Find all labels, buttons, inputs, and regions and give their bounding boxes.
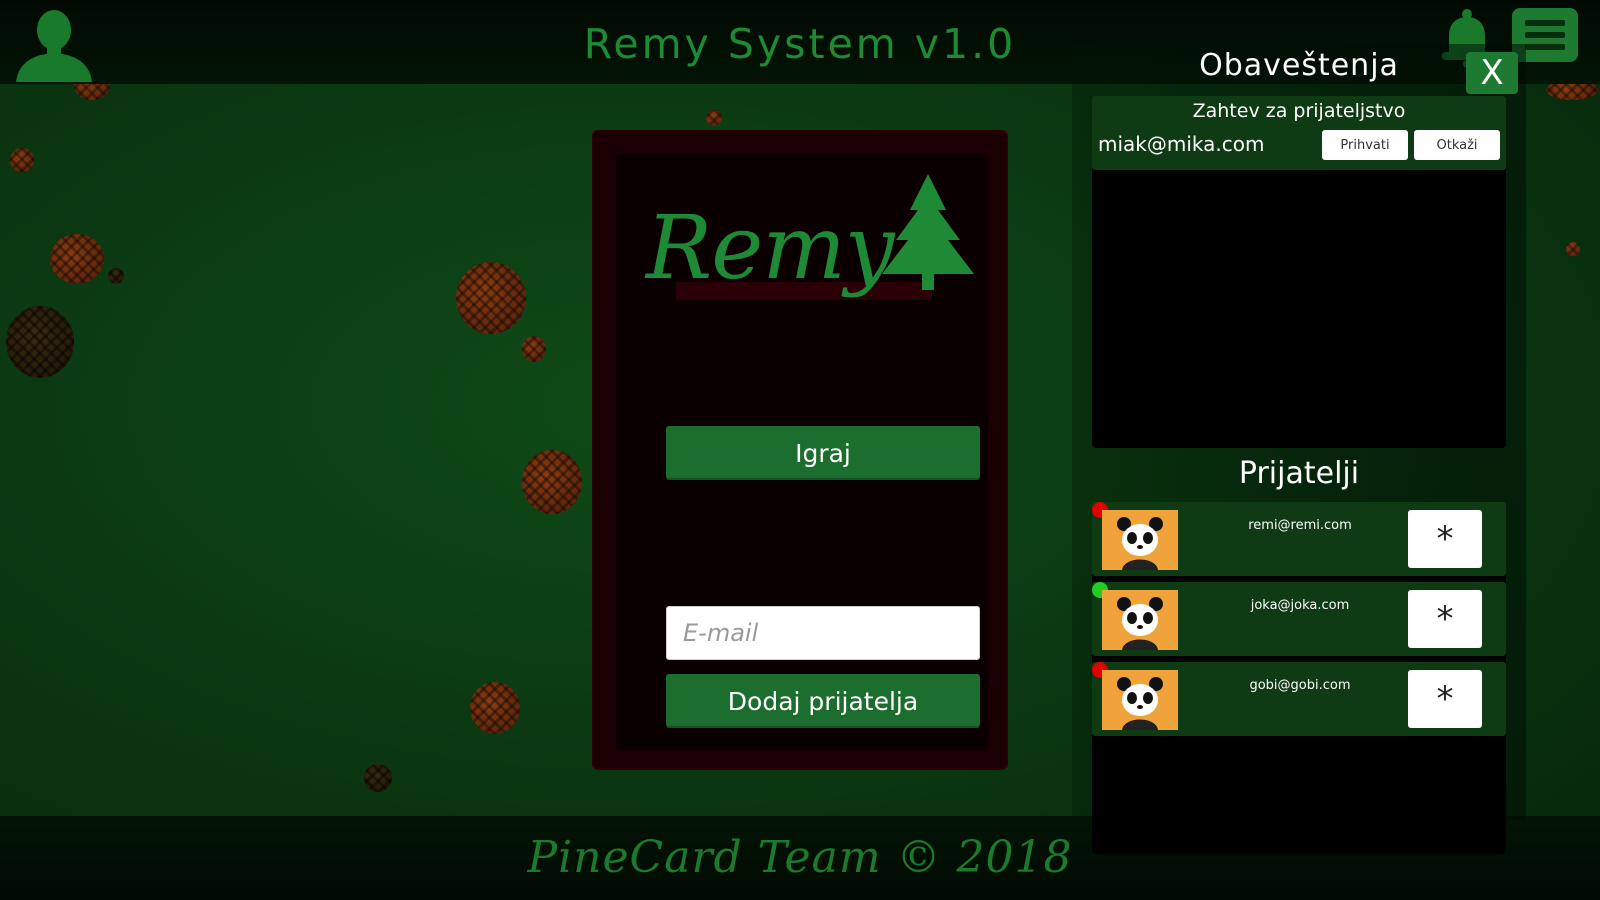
friend-options-button[interactable]: * <box>1408 670 1482 728</box>
friends-list: remi@remi.com * joka@joka.com * gobi@gob… <box>1092 502 1506 854</box>
pine-cone-decoration <box>6 306 74 378</box>
friend-email: remi@remi.com <box>1248 518 1352 533</box>
email-input[interactable] <box>666 606 980 660</box>
main-menu-panel: Remy Igraj Dodaj prijatelja <box>616 154 988 750</box>
add-friend-button[interactable]: Dodaj prijatelja <box>666 674 980 728</box>
hamburger-menu-icon <box>1525 44 1565 50</box>
panda-avatar <box>1102 510 1178 570</box>
pine-cone-decoration <box>10 148 34 172</box>
friend-row: gobi@gobi.com * <box>1092 662 1506 736</box>
main-menu-card: Remy Igraj Dodaj prijatelja <box>592 130 1008 770</box>
close-panel-button[interactable]: X <box>1466 52 1518 94</box>
logo-text: Remy <box>646 196 894 299</box>
hamburger-menu-icon <box>1525 32 1565 38</box>
friend-options-button[interactable]: * <box>1408 510 1482 568</box>
friends-title: Prijatelji <box>1238 456 1360 491</box>
pine-cone-decoration <box>706 110 722 126</box>
notifications-title: Obaveštenja <box>1199 48 1399 83</box>
friend-request-notification: Zahtev za prijateljstvo miak@mika.com Pr… <box>1092 96 1506 170</box>
pine-cone-decoration <box>364 764 392 792</box>
pine-cone-decoration <box>108 268 124 284</box>
pine-cone-decoration <box>456 262 526 334</box>
friend-email: gobi@gobi.com <box>1249 678 1351 693</box>
pine-tree-icon <box>882 174 974 290</box>
notifications-list: Zahtev za prijateljstvo miak@mika.com Pr… <box>1092 96 1506 448</box>
footer-credit: PineCard Team © 2018 <box>527 832 1073 883</box>
friend-row: remi@remi.com * <box>1092 502 1506 576</box>
close-icon: X <box>1480 53 1504 93</box>
pine-cone-decoration <box>522 336 546 362</box>
remy-logo: Remy <box>640 174 974 334</box>
panda-avatar <box>1102 590 1178 650</box>
play-button[interactable]: Igraj <box>666 426 980 480</box>
profile-icon[interactable] <box>14 6 94 82</box>
friend-options-button[interactable]: * <box>1408 590 1482 648</box>
friend-row: joka@joka.com * <box>1092 582 1506 656</box>
pine-cone-decoration <box>470 682 520 734</box>
notification-heading: Zahtev za prijateljstvo <box>1192 100 1406 122</box>
pine-cone-decoration <box>1566 242 1580 256</box>
friend-email: joka@joka.com <box>1250 598 1350 613</box>
panda-avatar <box>1102 670 1178 730</box>
accept-request-button[interactable]: Prihvati <box>1322 130 1408 160</box>
game-background: Remy System v1.0 Remy Igraj E-mail Dodaj… <box>0 0 1600 900</box>
pine-cone-decoration <box>522 450 582 514</box>
pine-cone-decoration <box>50 234 104 284</box>
notification-email: miak@mika.com <box>1098 132 1265 156</box>
decline-request-button[interactable]: Otkaži <box>1414 130 1500 160</box>
hamburger-menu-icon <box>1525 20 1565 26</box>
